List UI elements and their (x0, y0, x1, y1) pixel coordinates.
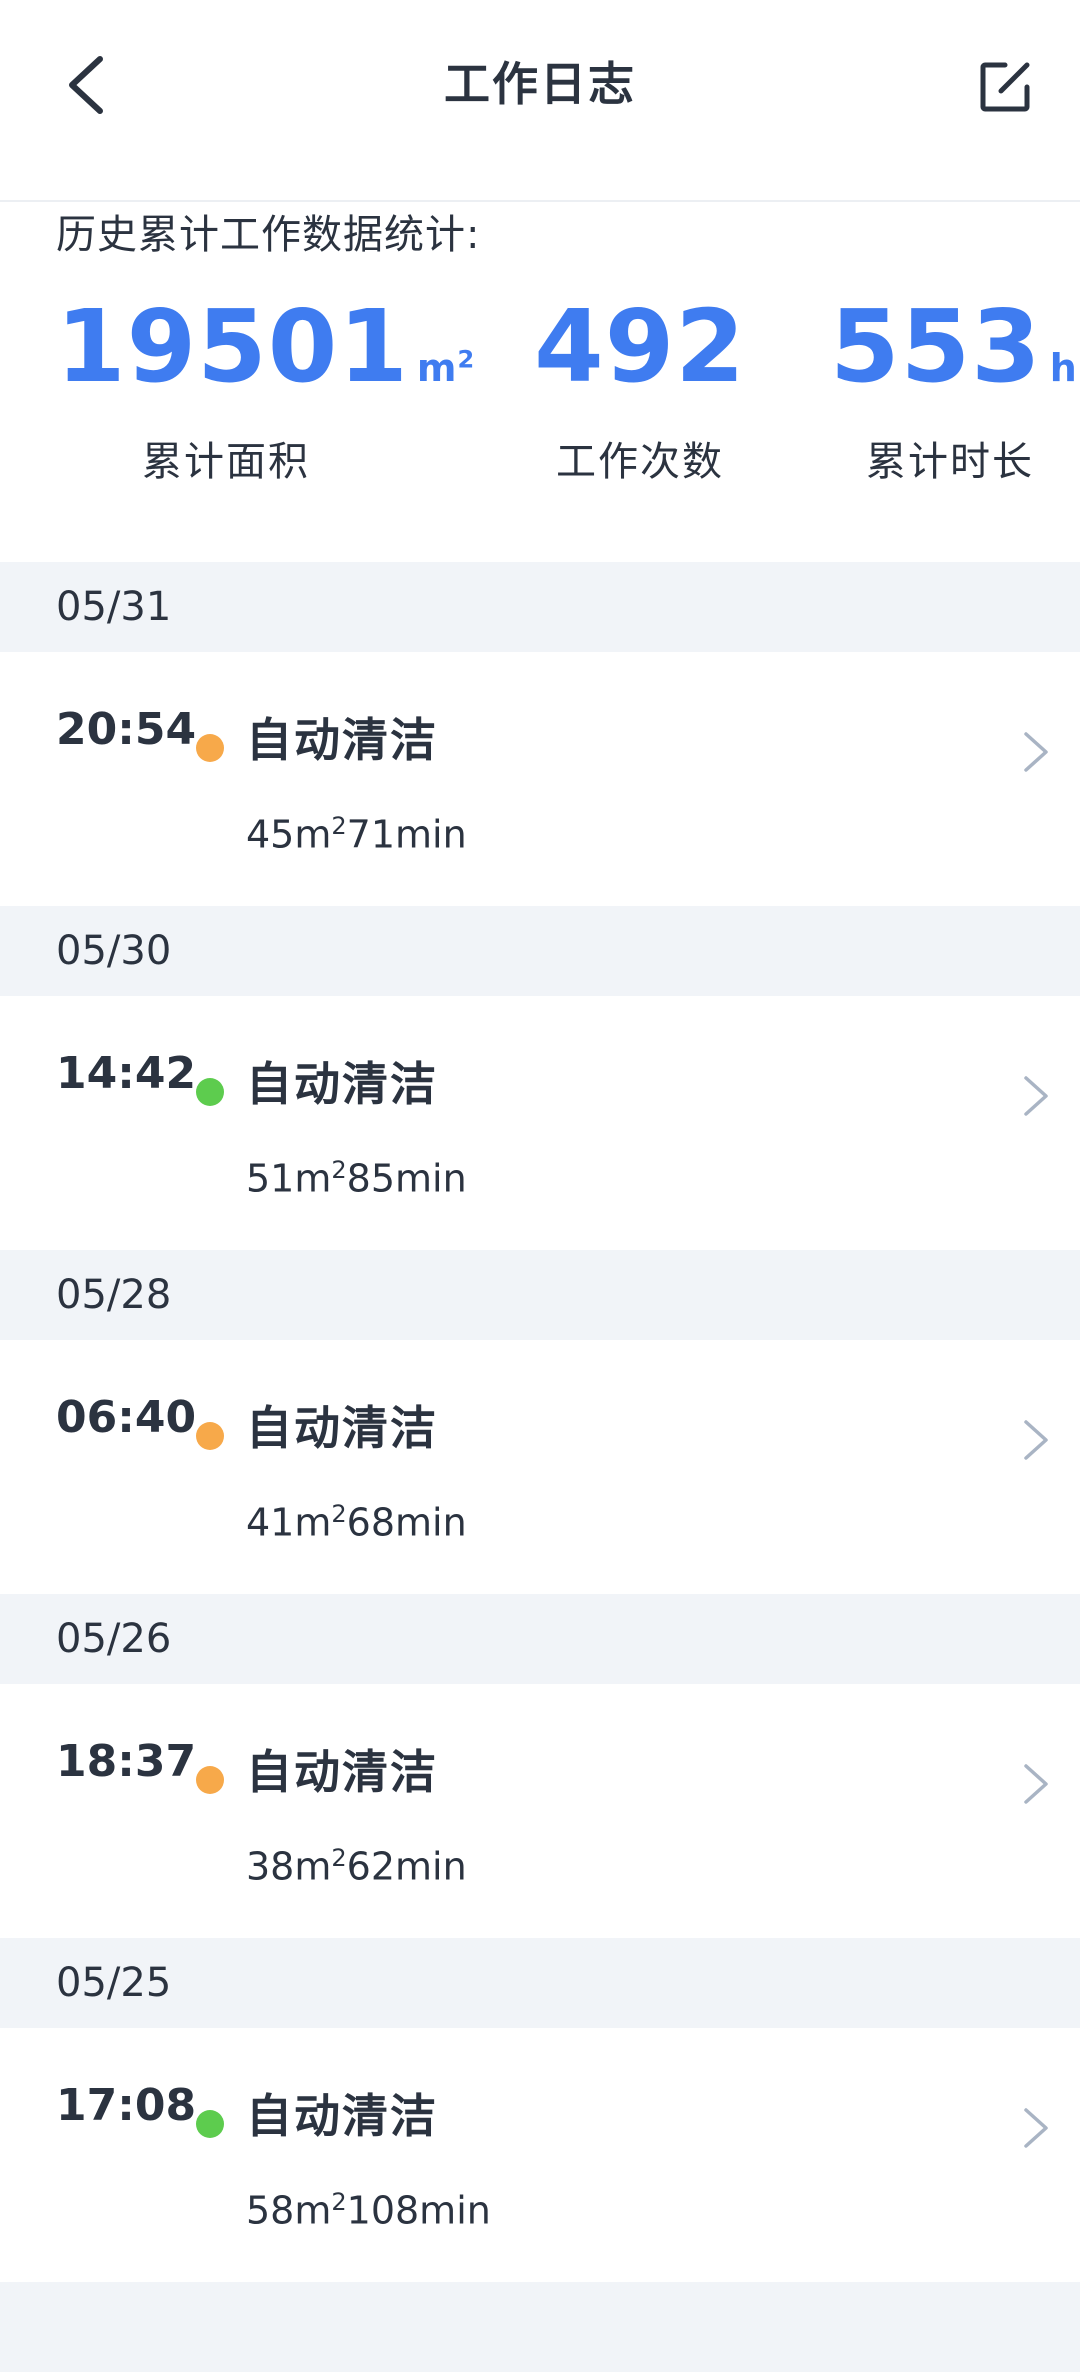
log-time: 20:54 (56, 704, 197, 755)
date-header: 05/28 (0, 1250, 1080, 1340)
edit-icon (980, 62, 1030, 112)
status-dot (196, 1766, 224, 1794)
stat-area-value: 19501 m2 (56, 288, 476, 405)
chevron-right-icon (1024, 1420, 1048, 1460)
stats-summary: 历史累计工作数据统计: 19501 m2 累计面积 492 工作次数 553 h 累… (0, 202, 1080, 562)
log-time: 06:40 (56, 1392, 197, 1443)
stat-work-count: 492 工作次数 (520, 297, 760, 487)
stats-label: 历史累计工作数据统计: (56, 212, 481, 258)
log-time: 18:37 (56, 1736, 197, 1787)
status-dot (196, 734, 224, 762)
log-entry[interactable]: 06:40 自动清洁 41m268min (0, 1340, 1080, 1594)
stat-duration-unit: h (1049, 346, 1078, 390)
log-type: 自动清洁 (246, 1057, 438, 1111)
log-type: 自动清洁 (246, 713, 438, 767)
date-header: 05/31 (0, 562, 1080, 652)
status-dot (196, 1422, 224, 1450)
log-time: 17:08 (56, 2080, 197, 2131)
date-header: 05/26 (0, 1594, 1080, 1684)
log-type: 自动清洁 (246, 1401, 438, 1455)
work-log-list: 05/31 20:54 自动清洁 45m271min 05/30 14:42 自… (0, 562, 1080, 2372)
log-time: 14:42 (56, 1048, 197, 1099)
log-meta: 58m2108min (246, 2188, 491, 2233)
status-dot (196, 1078, 224, 1106)
date-header: 05/30 (0, 906, 1080, 996)
date-header-empty (0, 2282, 1080, 2372)
log-meta: 51m285min (246, 1156, 467, 1201)
stat-total-area: 19501 m2 累计面积 (56, 288, 476, 487)
stat-count-caption: 工作次数 (556, 439, 724, 485)
stat-total-duration: 553 h 累计时长 (830, 288, 1078, 487)
edit-button[interactable] (960, 42, 1050, 132)
log-entry[interactable]: 17:08 自动清洁 58m2108min (0, 2028, 1080, 2282)
stat-count-value: 492 (534, 288, 746, 405)
top-bar: 工作日志 (0, 0, 1080, 202)
chevron-right-icon (1024, 1076, 1048, 1116)
page-title: 工作日志 (444, 57, 636, 111)
chevron-right-icon (1024, 1764, 1048, 1804)
chevron-right-icon (1024, 732, 1048, 772)
log-meta: 41m268min (246, 1500, 467, 1545)
log-entry[interactable]: 18:37 自动清洁 38m262min (0, 1684, 1080, 1938)
stat-duration-value: 553 h (830, 288, 1078, 405)
stat-duration-caption: 累计时长 (866, 439, 1034, 485)
status-dot (196, 2110, 224, 2138)
log-entry[interactable]: 20:54 自动清洁 45m271min (0, 652, 1080, 906)
date-header: 05/25 (0, 1938, 1080, 2028)
stat-area-caption: 累计面积 (142, 439, 310, 485)
log-type: 自动清洁 (246, 2089, 438, 2143)
chevron-right-icon (1024, 2108, 1048, 2148)
log-meta: 45m271min (246, 812, 467, 857)
log-entry[interactable]: 14:42 自动清洁 51m285min (0, 996, 1080, 1250)
log-meta: 38m262min (246, 1844, 467, 1889)
stat-area-unit: m2 (416, 345, 476, 390)
log-type: 自动清洁 (246, 1745, 438, 1799)
